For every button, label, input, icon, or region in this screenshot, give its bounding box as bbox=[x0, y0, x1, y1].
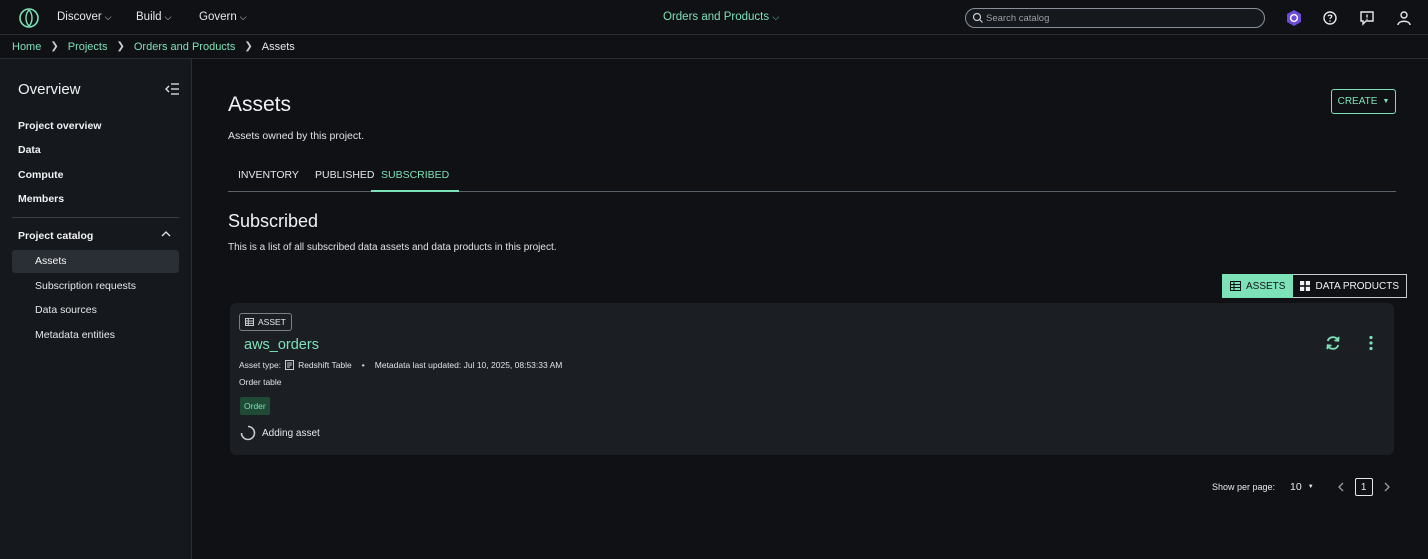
user-profile-icon[interactable] bbox=[1395, 9, 1413, 27]
chevron-right-icon[interactable] bbox=[1382, 481, 1392, 493]
sidebar-item-members[interactable]: Members bbox=[18, 193, 64, 205]
status-text: Adding asset bbox=[262, 427, 320, 439]
nav-label: Discover bbox=[57, 11, 102, 23]
metadata-updated: Metadata last updated: Jul 10, 2025, 08:… bbox=[374, 360, 563, 370]
nav-govern[interactable]: Govern ⌵ bbox=[199, 11, 247, 23]
create-button[interactable]: CREATE ▼ bbox=[1331, 89, 1396, 114]
asset-description: Order table bbox=[239, 377, 282, 387]
per-page-value: 10 bbox=[1290, 481, 1302, 493]
tabs: INVENTORY PUBLISHED SUBSCRIBED bbox=[228, 162, 1396, 192]
toggle-data-products-button[interactable]: DATA PRODUCTS bbox=[1293, 274, 1407, 298]
caret-down-icon: ▼ bbox=[1307, 484, 1314, 490]
per-page-select[interactable]: 10 ▼ bbox=[1290, 481, 1314, 493]
page-description: Assets owned by this project. bbox=[228, 130, 364, 142]
help-icon[interactable] bbox=[1321, 9, 1339, 27]
toggle-data-products-label: DATA PRODUCTS bbox=[1315, 280, 1399, 292]
feedback-icon[interactable] bbox=[1358, 9, 1376, 27]
pagination: Show per page: 10 ▼ 1 bbox=[1212, 478, 1392, 496]
more-actions-icon[interactable] bbox=[1363, 334, 1379, 352]
tab-subscribed[interactable]: SUBSCRIBED bbox=[371, 162, 460, 192]
search-icon bbox=[972, 12, 983, 23]
grid-icon bbox=[1300, 281, 1311, 291]
breadcrumb-home[interactable]: Home bbox=[12, 41, 41, 53]
document-icon bbox=[285, 360, 295, 370]
chevron-down-icon: ⌵ bbox=[164, 11, 172, 22]
sidebar-item-project-overview[interactable]: Project overview bbox=[18, 120, 101, 132]
sidebar-divider bbox=[12, 217, 179, 218]
caret-down-icon: ▼ bbox=[1382, 98, 1390, 105]
search-input[interactable] bbox=[986, 11, 1256, 25]
nav-build[interactable]: Build ⌵ bbox=[136, 11, 171, 23]
chevron-down-icon: ⌵ bbox=[772, 12, 780, 22]
create-button-label: CREATE bbox=[1337, 96, 1378, 107]
chevron-down-icon: ⌵ bbox=[239, 11, 247, 22]
asset-meta: Asset type: Redshift Table • Metadata la… bbox=[239, 360, 562, 370]
per-page-label: Show per page: bbox=[1212, 482, 1276, 492]
asset-status: Adding asset bbox=[240, 425, 320, 441]
chevron-right-icon: ❯ bbox=[116, 41, 125, 52]
chevron-right-icon: ❯ bbox=[50, 41, 59, 52]
nav-discover[interactable]: Discover ⌵ bbox=[57, 11, 112, 23]
project-switcher[interactable]: Orders and Products ⌵ bbox=[663, 11, 779, 23]
nav-label: Govern bbox=[199, 11, 237, 23]
asset-badge: ASSET bbox=[239, 313, 292, 331]
meta-separator: • bbox=[361, 360, 365, 370]
project-switcher-label: Orders and Products bbox=[663, 11, 770, 23]
search-box[interactable] bbox=[965, 8, 1265, 28]
sidebar-item-assets[interactable]: Assets bbox=[12, 250, 179, 273]
sidebar-section-project-catalog[interactable]: Project catalog bbox=[18, 230, 93, 242]
loading-spinner-icon bbox=[240, 425, 256, 441]
toggle-assets-button[interactable]: ASSETS bbox=[1222, 274, 1294, 298]
chevron-down-icon: ⌵ bbox=[104, 11, 112, 22]
sidebar-title: Overview bbox=[18, 81, 81, 98]
sidebar-item-subscription-requests[interactable]: Subscription requests bbox=[12, 275, 179, 298]
sidebar-item-metadata-entities[interactable]: Metadata entities bbox=[12, 324, 179, 347]
refresh-icon[interactable] bbox=[1324, 334, 1342, 352]
page-number-current[interactable]: 1 bbox=[1354, 478, 1373, 496]
asset-type-label: Asset type: bbox=[239, 360, 282, 370]
sidebar-item-data[interactable]: Data bbox=[18, 144, 41, 156]
asset-badge-label: ASSET bbox=[258, 317, 286, 327]
chevron-up-icon[interactable] bbox=[161, 230, 171, 238]
table-icon bbox=[245, 318, 254, 326]
breadcrumb-projects[interactable]: Projects bbox=[68, 41, 108, 53]
page-title: Assets bbox=[228, 93, 292, 116]
breadcrumb-project[interactable]: Orders and Products bbox=[134, 41, 236, 53]
breadcrumb-current: Assets bbox=[261, 40, 295, 53]
section-title: Subscribed bbox=[228, 211, 319, 231]
sidebar-item-compute[interactable]: Compute bbox=[18, 169, 64, 181]
section-description: This is a list of all subscribed data as… bbox=[228, 242, 557, 253]
asset-type-value: Redshift Table bbox=[298, 360, 352, 370]
nav-label: Build bbox=[136, 11, 162, 23]
tab-inventory[interactable]: INVENTORY bbox=[238, 162, 299, 192]
sidebar: Overview Project overview Data Compute M… bbox=[0, 59, 192, 559]
chevron-right-icon: ❯ bbox=[244, 41, 253, 52]
glossary-tag[interactable]: Order bbox=[240, 397, 270, 415]
view-toggle: ASSETS DATA PRODUCTS bbox=[1222, 274, 1407, 298]
sidebar-item-data-sources[interactable]: Data sources bbox=[12, 299, 179, 322]
table-icon bbox=[1230, 281, 1241, 291]
toggle-assets-label: ASSETS bbox=[1246, 280, 1286, 292]
tab-published[interactable]: PUBLISHED bbox=[315, 162, 375, 192]
chevron-left-icon[interactable] bbox=[1336, 481, 1346, 493]
app-logo-icon[interactable] bbox=[18, 7, 40, 29]
asset-card: ASSET aws_orders Asset type: Redshift Ta… bbox=[230, 303, 1394, 455]
breadcrumb: Home ❯ Projects ❯ Orders and Products ❯ … bbox=[0, 35, 1428, 59]
asset-name-link[interactable]: aws_orders bbox=[244, 337, 319, 353]
amazon-q-icon[interactable] bbox=[1285, 9, 1303, 27]
top-navigation-bar: Discover ⌵ Build ⌵ Govern ⌵ Orders and Prod… bbox=[0, 0, 1428, 35]
collapse-sidebar-icon[interactable] bbox=[165, 83, 179, 95]
